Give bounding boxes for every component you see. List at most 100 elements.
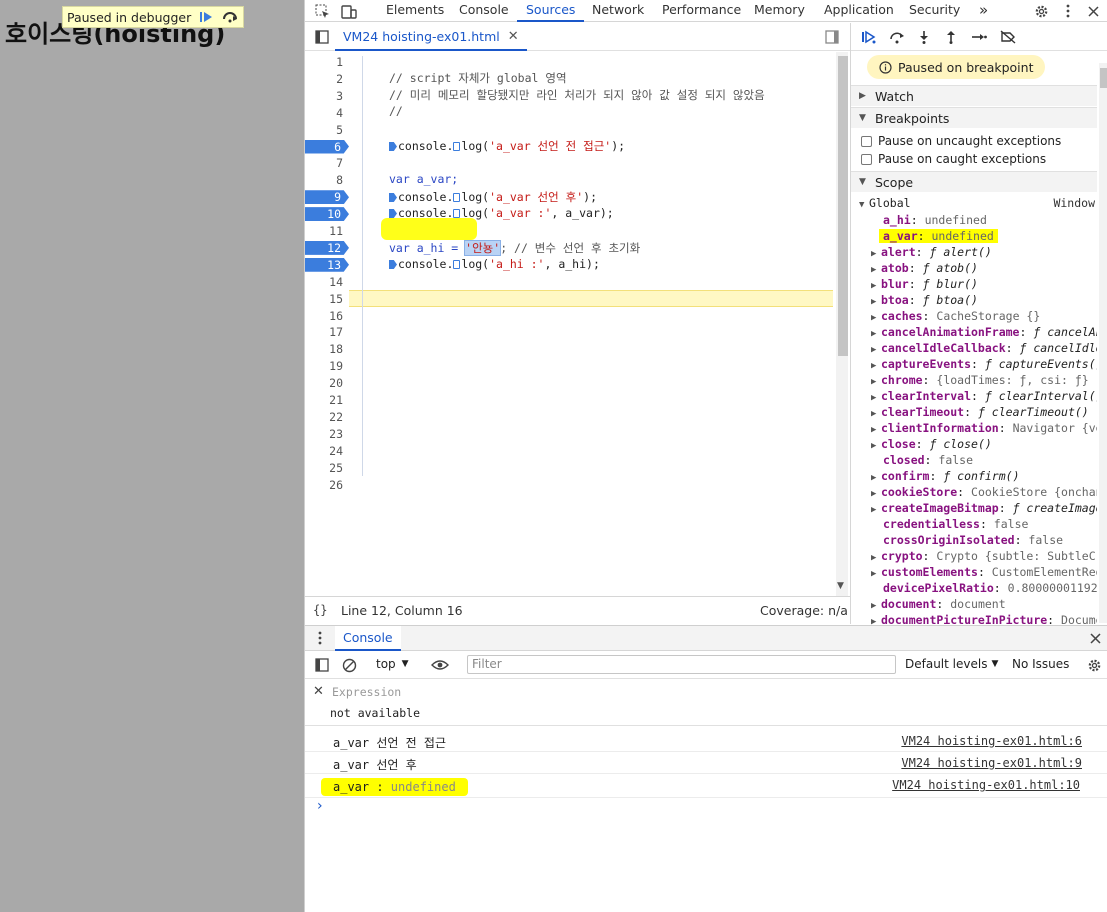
inline-breakpoint-icon[interactable]: [453, 260, 461, 269]
line-number[interactable]: 16: [305, 309, 349, 323]
breakpoint-line-number[interactable]: 6: [305, 139, 349, 154]
scope-property-row[interactable]: ▶ document: document: [851, 597, 1097, 613]
issues-counter[interactable]: No Issues: [1012, 657, 1069, 671]
source-link[interactable]: VM24 hoisting-ex01.html:9: [901, 756, 1082, 770]
source-link[interactable]: VM24 hoisting-ex01.html:10: [892, 778, 1080, 792]
line-number[interactable]: 8: [305, 173, 349, 187]
tab-application[interactable]: Application: [824, 0, 894, 22]
clear-console-icon[interactable]: [340, 656, 358, 674]
device-toolbar-icon[interactable]: [340, 2, 358, 20]
editor-file-tab[interactable]: VM24 hoisting-ex01.html ✕: [335, 23, 527, 51]
line-number[interactable]: 2: [305, 72, 349, 86]
line-number[interactable]: 21: [305, 393, 349, 407]
console-prompt[interactable]: ›: [317, 798, 323, 814]
deactivate-breakpoints-icon[interactable]: [999, 28, 1017, 46]
scope-property-row[interactable]: ▶ blur: ƒ blur(): [851, 277, 1097, 293]
scope-property-row[interactable]: ▶clientInformation: Navigator {vend: [851, 421, 1097, 437]
settings-gear-icon[interactable]: [1032, 2, 1050, 20]
step-over-button[interactable]: [221, 9, 239, 25]
scroll-down-arrow-icon[interactable]: ▼: [837, 581, 844, 591]
pretty-print-icon[interactable]: {}: [313, 603, 327, 617]
breakpoint-line-number[interactable]: 10: [305, 207, 349, 222]
show-sidebar-icon[interactable]: [313, 656, 331, 674]
live-expression-eye-icon[interactable]: [431, 656, 449, 674]
tab-security[interactable]: Security: [909, 0, 960, 22]
line-number[interactable]: 17: [305, 325, 349, 339]
resume-button[interactable]: [197, 9, 215, 25]
scope-property-row[interactable]: ▶crypto: Crypto {subtle: SubtleCrypto: [851, 549, 1097, 565]
inspect-element-icon[interactable]: [313, 2, 331, 20]
breakpoint-line-number[interactable]: 13: [305, 257, 349, 272]
inline-breakpoint-icon[interactable]: [389, 260, 397, 269]
kebab-menu-icon[interactable]: [1059, 2, 1077, 20]
scope-property-row[interactable]: credentialless: false: [851, 517, 1097, 533]
inline-breakpoint-icon[interactable]: [389, 142, 397, 151]
step-icon[interactable]: [970, 28, 988, 46]
line-number[interactable]: 5: [305, 123, 349, 137]
pause-uncaught-checkbox[interactable]: Pause on uncaught exceptions: [861, 134, 1061, 148]
watch-section-header[interactable]: ▶ Watch: [851, 85, 1097, 106]
inline-breakpoint-icon[interactable]: [453, 193, 461, 202]
scope-property-row[interactable]: a_var: undefined: [851, 229, 1097, 245]
scope-property-row[interactable]: ▶ close: ƒ close(): [851, 437, 1097, 453]
more-tabs-button[interactable]: »: [979, 0, 988, 22]
source-link[interactable]: VM24 hoisting-ex01.html:6: [901, 734, 1082, 748]
tab-console[interactable]: Console: [459, 0, 509, 22]
line-number[interactable]: 24: [305, 444, 349, 458]
remove-expression-icon[interactable]: ✕: [313, 684, 324, 699]
breakpoint-line-number[interactable]: 9: [305, 190, 349, 205]
scope-property-row[interactable]: ▶cancelIdleCallback: ƒ cancelIdleC: [851, 341, 1097, 357]
tab-sources[interactable]: Sources: [517, 0, 585, 22]
step-out-icon[interactable]: [942, 28, 960, 46]
code-editor[interactable]: 1 2 3 4 5 6 7 8 9 10 11 12 13 14 15 16 17 18 19 20 21 22 23 24 2…: [305, 52, 850, 596]
scope-property-row[interactable]: ▶ clearTimeout: ƒ clearTimeout(): [851, 405, 1097, 421]
scope-section-header[interactable]: ▼ Scope: [851, 171, 1097, 192]
scope-property-row[interactable]: a_hi: undefined: [851, 213, 1097, 229]
drawer-tab-console[interactable]: Console: [335, 626, 401, 651]
toggle-navigator-icon[interactable]: [313, 28, 331, 46]
scope-property-row[interactable]: ▶ btoa: ƒ btoa(): [851, 293, 1097, 309]
close-drawer-icon[interactable]: [1086, 629, 1104, 647]
line-number[interactable]: 25: [305, 461, 349, 475]
line-number[interactable]: 11: [305, 224, 349, 238]
scope-property-row[interactable]: ▶ captureEvents: ƒ captureEvents(): [851, 357, 1097, 373]
breakpoints-section-header[interactable]: ▼ Breakpoints: [851, 107, 1097, 128]
drawer-menu-icon[interactable]: [311, 629, 329, 647]
line-number[interactable]: 1: [305, 55, 349, 69]
line-number[interactable]: 18: [305, 342, 349, 356]
scope-global-row[interactable]: ▼ Global Window: [851, 196, 1097, 212]
inline-breakpoint-icon[interactable]: [389, 193, 397, 202]
resume-icon[interactable]: [860, 28, 878, 46]
tab-network[interactable]: Network: [592, 0, 644, 22]
scope-property-row[interactable]: ▶createImageBitmap: ƒ createImageB: [851, 501, 1097, 517]
tab-performance[interactable]: Performance: [662, 0, 741, 22]
scope-property-row[interactable]: ▶ atob: ƒ atob(): [851, 261, 1097, 277]
pause-caught-checkbox[interactable]: Pause on caught exceptions: [861, 152, 1046, 166]
inline-breakpoint-icon[interactable]: [453, 142, 461, 151]
step-over-icon[interactable]: [888, 28, 906, 46]
console-filter-input[interactable]: Filter: [467, 655, 896, 674]
line-number[interactable]: 14: [305, 275, 349, 289]
scope-property-row[interactable]: closed: false: [851, 453, 1097, 469]
close-tab-icon[interactable]: ✕: [508, 29, 519, 44]
scope-property-row[interactable]: ▶ chrome: {loadTimes: ƒ, csi: ƒ}: [851, 373, 1097, 389]
scope-property-row[interactable]: ▶ confirm: ƒ confirm(): [851, 469, 1097, 485]
scope-property-row[interactable]: ▶cookieStore: CookieStore {onchange: [851, 485, 1097, 501]
inline-breakpoint-icon[interactable]: [453, 209, 461, 218]
log-levels-dropdown[interactable]: Default levels ▼: [905, 657, 998, 671]
line-number[interactable]: 4: [305, 106, 349, 120]
toggle-debugger-sidebar-icon[interactable]: [823, 28, 841, 46]
console-settings-gear-icon[interactable]: [1085, 656, 1103, 674]
breakpoint-line-number[interactable]: 12: [305, 240, 349, 255]
scope-property-row[interactable]: ▶customElements: CustomElementRegis: [851, 565, 1097, 581]
line-number[interactable]: 19: [305, 359, 349, 373]
tab-elements[interactable]: Elements: [386, 0, 444, 22]
sidebar-scrollbar-thumb[interactable]: [1100, 68, 1107, 88]
editor-scrollbar-thumb[interactable]: [838, 56, 848, 356]
line-number[interactable]: 20: [305, 376, 349, 390]
step-into-icon[interactable]: [915, 28, 933, 46]
line-number[interactable]: 7: [305, 156, 349, 170]
context-selector[interactable]: top ▼: [370, 655, 415, 674]
live-expression-label[interactable]: Expression: [332, 685, 401, 699]
line-number[interactable]: 3: [305, 89, 349, 103]
